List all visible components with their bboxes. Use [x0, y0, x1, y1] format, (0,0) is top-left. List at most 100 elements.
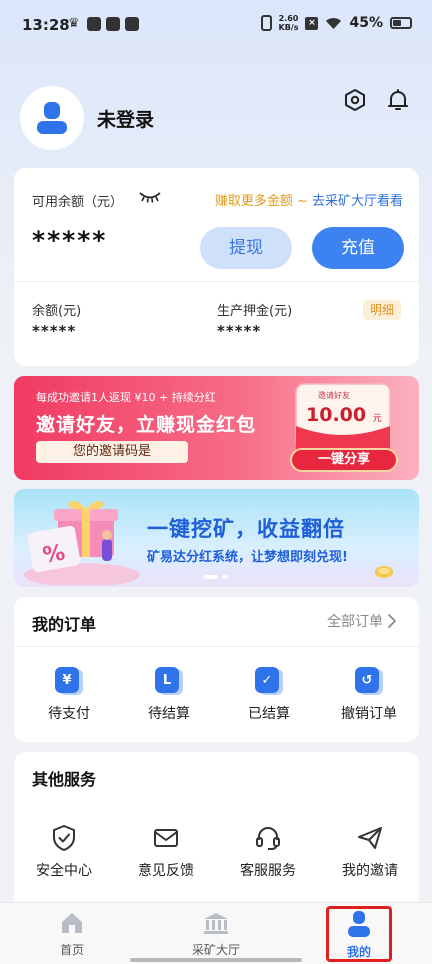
- service-my-invites[interactable]: 我的邀请: [322, 824, 418, 880]
- mining-hall-link[interactable]: 去采矿大厅看看: [312, 194, 403, 209]
- clock-icon: L: [155, 667, 183, 695]
- nav-home[interactable]: 首页: [27, 911, 117, 958]
- nav-label: 首页: [59, 943, 84, 957]
- profile-header[interactable]: 未登录: [20, 86, 154, 150]
- earn-more-text: 赚取更多金额 ~: [214, 194, 312, 209]
- chevron-right-icon: [388, 614, 396, 628]
- balance-card: 可用余额（元） 赚取更多金额 ~ 去采矿大厅看看 ***** 提现 充值 余额(…: [14, 168, 419, 366]
- envelope-amount: 10.00 元: [306, 404, 382, 426]
- svg-text:%: %: [41, 540, 67, 568]
- network-speed-value: 2.60: [278, 14, 299, 23]
- available-balance-label: 可用余额（元）: [32, 195, 124, 210]
- no-sim-icon: ×: [305, 16, 319, 30]
- order-glyph: ¥: [55, 667, 79, 693]
- order-label: 撤销订单: [341, 706, 397, 722]
- nav-mining-hall[interactable]: 采矿大厅: [171, 911, 261, 958]
- avatar[interactable]: [20, 86, 84, 150]
- order-glyph: ↺: [355, 667, 379, 693]
- coin-icon: [375, 566, 393, 578]
- carousel-dot-active: [204, 575, 218, 579]
- crown-icon: ♛: [68, 16, 80, 31]
- orders-card: 我的订单 全部订单 ¥ 待支付 L 待结算 ✓ 已结算 ↺ 撤销订单: [14, 597, 419, 742]
- withdraw-button[interactable]: 提现: [200, 227, 292, 269]
- network-speed-unit: KB/s: [278, 23, 299, 32]
- bank-icon: [204, 913, 228, 934]
- status-right: 2.60 KB/s × 45%: [260, 14, 412, 32]
- order-label: 待支付: [48, 706, 90, 722]
- carousel-dot: [222, 575, 228, 579]
- service-label: 我的邀请: [342, 863, 398, 879]
- order-glyph: L: [155, 667, 179, 693]
- status-bar: 13:28 ♛ 2.60 KB/s × 45%: [0, 0, 432, 52]
- balance-value: *****: [32, 322, 77, 340]
- order-glyph: ✓: [255, 667, 279, 693]
- service-security-center[interactable]: 安全中心: [16, 824, 112, 880]
- nav-label: 采矿大厅: [191, 943, 240, 957]
- share-button[interactable]: 一键分享: [290, 448, 398, 472]
- network-speed: 2.60 KB/s: [279, 14, 299, 32]
- notification-icons: ♛: [68, 17, 139, 31]
- username[interactable]: 未登录: [97, 105, 154, 132]
- services-title: 其他服务: [32, 770, 97, 789]
- available-balance-value: *****: [32, 226, 108, 255]
- detail-button[interactable]: 明细: [363, 300, 401, 320]
- deposit-value: *****: [217, 322, 262, 340]
- order-label: 待结算: [148, 706, 190, 722]
- battery-percent: 45%: [349, 15, 383, 31]
- bell-icon[interactable]: [386, 88, 410, 112]
- home-icon: [62, 913, 82, 933]
- headset-icon: [256, 827, 280, 850]
- vibrate-icon: [260, 15, 272, 31]
- wifi-icon: [326, 17, 342, 29]
- envelope-unit: 元: [372, 414, 382, 424]
- red-envelope: 邀请好友 10.00 元 一键分享: [284, 382, 402, 474]
- orders-title: 我的订单: [32, 615, 97, 634]
- service-label: 意见反馈: [138, 863, 194, 879]
- undo-icon: ↺: [355, 667, 383, 695]
- deposit-label: 生产押金(元): [217, 304, 293, 319]
- order-pending-payment[interactable]: ¥ 待支付: [24, 667, 114, 723]
- recharge-button[interactable]: 充值: [312, 227, 404, 269]
- mining-banner[interactable]: % 一键挖矿，收益翻倍 矿易达分红系统，让梦想即刻兑现!: [14, 489, 419, 587]
- mining-subtitle: 矿易达分红系统，让梦想即刻兑现!: [147, 550, 348, 565]
- service-customer-support[interactable]: 客服服务: [220, 824, 316, 880]
- service-feedback[interactable]: 意见反馈: [118, 824, 214, 880]
- invite-headline: 邀请好友，立赚现金红包: [36, 414, 257, 436]
- balance-label: 余额(元): [32, 304, 82, 319]
- highlight-box: [326, 906, 392, 962]
- settings-icon[interactable]: [343, 88, 367, 112]
- divider: [14, 646, 419, 647]
- earn-more-link[interactable]: 赚取更多金额 ~ 去采矿大厅看看: [215, 190, 403, 209]
- carousel-indicator: [204, 575, 228, 579]
- eye-closed-icon[interactable]: [138, 190, 162, 204]
- all-orders-label: 全部订单: [327, 614, 383, 630]
- divider: [14, 281, 419, 282]
- gift-percent-illustration: %: [24, 500, 140, 585]
- shield-check-icon: [53, 825, 75, 851]
- service-label: 安全中心: [36, 863, 92, 879]
- order-settled[interactable]: ✓ 已结算: [224, 667, 314, 723]
- invite-code-field[interactable]: 您的邀请码是: [36, 441, 188, 463]
- envelope-amount-value: 10.00: [306, 404, 367, 426]
- invite-reward-text: 每成功邀请1人返现 ¥10 + 持续分红: [36, 391, 216, 404]
- status-time: 13:28: [22, 16, 70, 34]
- yuan-icon: ¥: [55, 667, 83, 695]
- order-label: 已结算: [248, 706, 290, 722]
- order-cancelled[interactable]: ↺ 撤销订单: [324, 667, 414, 723]
- mail-icon: [154, 829, 178, 847]
- user-avatar-icon: [37, 102, 67, 134]
- mining-title: 一键挖矿，收益翻倍: [147, 517, 345, 541]
- home-indicator[interactable]: [130, 958, 302, 962]
- all-orders-link[interactable]: 全部订单: [327, 611, 397, 631]
- storage-notification-icon: [125, 17, 139, 31]
- order-pending-settlement[interactable]: L 待结算: [124, 667, 214, 723]
- mail-notification-icon: [106, 17, 120, 31]
- services-card: 其他服务 安全中心 意见反馈 客服服务 我的邀请: [14, 752, 419, 912]
- envelope-label: 邀请好友: [318, 391, 350, 400]
- invite-banner[interactable]: 每成功邀请1人返现 ¥10 + 持续分红 邀请好友，立赚现金红包 您的邀请码是 …: [14, 376, 419, 480]
- check-icon: ✓: [255, 667, 283, 695]
- app-notification-icon: [87, 17, 101, 31]
- service-label: 客服服务: [240, 863, 296, 879]
- battery-icon: [390, 17, 412, 29]
- paper-plane-icon: [358, 827, 382, 849]
